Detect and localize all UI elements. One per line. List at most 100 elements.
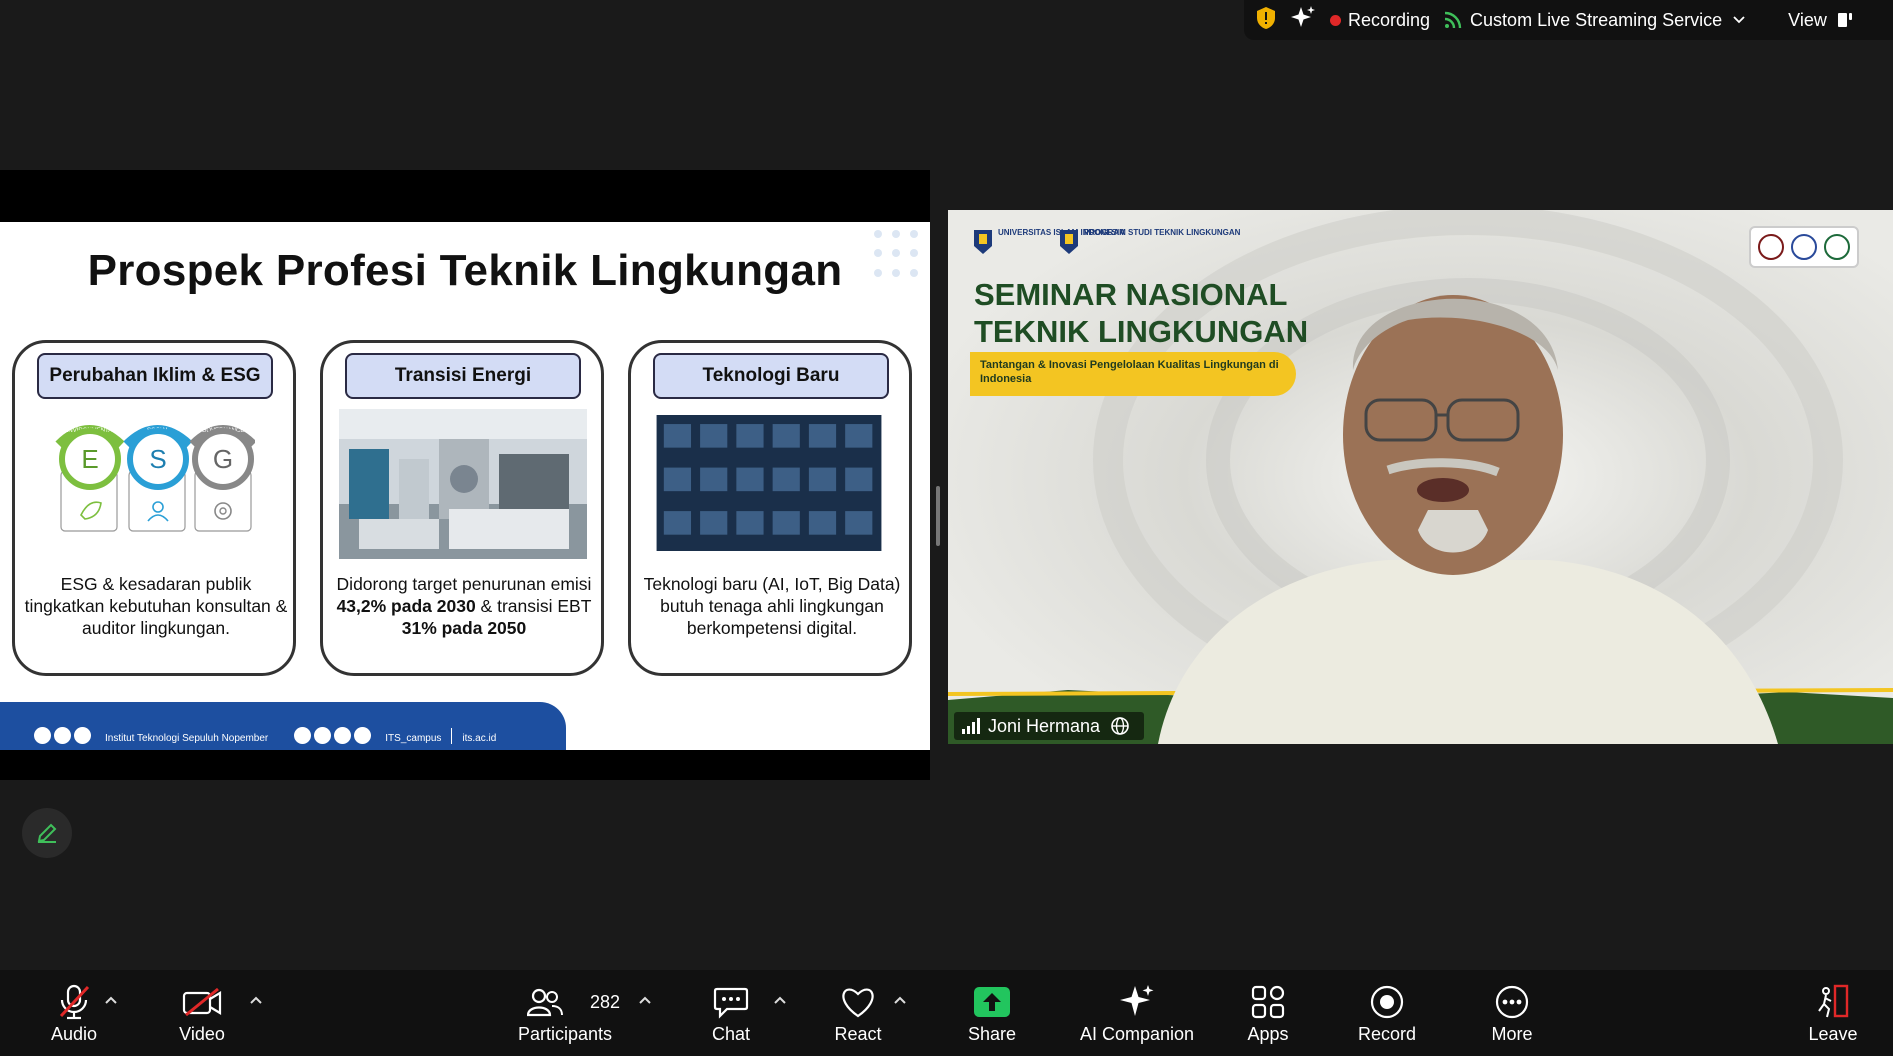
meeting-window: Recording Custom Live Streaming Service … [0, 0, 1893, 1056]
record-button[interactable]: Record [1352, 970, 1422, 1056]
react-label: React [834, 1023, 882, 1044]
participant-video-tile[interactable]: UNIVERSITAS ISLAM INDONESIA PROGRAM STUD… [948, 210, 1893, 744]
participants-count: 282 [590, 992, 621, 1012]
chat-label: Chat [711, 1023, 751, 1044]
technology-grid-image [656, 415, 882, 551]
partner-logos [1749, 226, 1859, 268]
slide-title: Prospek Profesi Teknik Lingkungan [87, 246, 843, 295]
card-heading: Transisi Energi [345, 353, 581, 399]
svg-text:S: S [149, 444, 166, 474]
footer-handle: ITS_campus [385, 733, 442, 744]
ai-sparkle-icon[interactable] [1290, 5, 1316, 36]
linkedin-icon [74, 727, 91, 744]
react-options-chevron-up-icon[interactable] [892, 992, 908, 1008]
annotate-button[interactable] [22, 808, 72, 858]
audio-button[interactable]: Audio [34, 970, 114, 1056]
x-icon [294, 727, 312, 744]
program-logo: PROGRAM STUDI TEKNIK LINGKUNGAN [1058, 228, 1240, 256]
line-icon [334, 727, 352, 744]
more-dots-icon [1495, 985, 1529, 1018]
apps-label: Apps [1247, 1023, 1289, 1044]
audio-label: Audio [50, 1023, 98, 1044]
svg-text:G: G [213, 444, 233, 474]
apps-button[interactable]: Apps [1240, 970, 1296, 1056]
apps-grid-icon [1251, 985, 1285, 1018]
recording-dot-icon [1330, 14, 1341, 26]
footer-institution: Institut Teknologi Sepuluh Nopember [105, 733, 269, 744]
video-button[interactable]: Video [162, 970, 242, 1056]
share-screen-icon [974, 986, 1010, 1017]
microphone-muted-icon [59, 984, 90, 1019]
heart-icon [842, 987, 874, 1017]
video-label: Video [179, 1023, 225, 1044]
chat-button[interactable]: Chat [700, 970, 762, 1056]
video-camera-off-icon [182, 987, 222, 1016]
view-button[interactable]: View [1788, 10, 1861, 31]
share-letterbox-bottom [0, 750, 930, 780]
meeting-toolbar: Audio Video Participants 282 Chat React … [0, 970, 1893, 1056]
shared-screen: Prospek Profesi Teknik Lingkungan Peruba… [0, 0, 930, 970]
chat-options-chevron-up-icon[interactable] [772, 992, 788, 1008]
share-label: Share [967, 1023, 1017, 1044]
seminar-title: SEMINAR NASIONAL TEKNIK LINGKUNGAN [974, 277, 1309, 349]
card-new-technology: Teknologi Baru Teknologi baru (AI, IoT, … [628, 340, 912, 676]
partner-logo-icon [1824, 234, 1850, 260]
layout-icon [1837, 13, 1852, 27]
participants-icon [527, 988, 563, 1016]
video-options-chevron-up-icon[interactable] [248, 992, 264, 1008]
live-stream-label: Custom Live Streaming Service [1470, 9, 1723, 30]
footer-divider [451, 728, 453, 744]
recording-label: Recording [1348, 9, 1431, 30]
record-icon [1370, 985, 1404, 1018]
chevron-down-icon [1733, 16, 1745, 24]
card-climate-esg: Perubahan Iklim & ESG ENVIRONMENTAL SOCI… [12, 340, 296, 676]
participants-options-chevron-up-icon[interactable] [637, 992, 653, 1008]
leave-door-icon [1818, 984, 1849, 1017]
meeting-status-bar: Recording Custom Live Streaming Service … [1244, 0, 1893, 40]
partner-logo-icon [1758, 234, 1784, 260]
instagram-icon [314, 727, 332, 744]
more-label: More [1491, 1023, 1533, 1044]
seminar-subtitle: Tantangan & Inovasi Pengelolaan Kualitas… [970, 352, 1296, 396]
ai-companion-button[interactable]: AI Companion [1076, 970, 1198, 1056]
record-label: Record [1357, 1023, 1417, 1044]
card-body: Teknologi baru (AI, IoT, Big Data) butuh… [643, 574, 901, 638]
live-stream-indicator[interactable]: Custom Live Streaming Service [1444, 10, 1754, 31]
panel-resize-handle[interactable] [936, 486, 940, 546]
share-button[interactable]: Share [962, 970, 1022, 1056]
card-energy-transition: Transisi Energi Didorong target penuruna… [320, 340, 604, 676]
presentation-slide: Prospek Profesi Teknik Lingkungan Peruba… [0, 222, 930, 750]
live-stream-icon [1444, 11, 1462, 29]
recording-indicator[interactable]: Recording [1330, 10, 1430, 31]
social-icons-group [34, 727, 91, 744]
social-icons-group-2 [294, 727, 372, 744]
react-button[interactable]: React [825, 970, 891, 1056]
more-button[interactable]: More [1482, 970, 1542, 1056]
security-shield-icon[interactable] [1256, 6, 1276, 35]
share-letterbox-top [0, 170, 930, 222]
card-heading: Teknologi Baru [653, 353, 889, 399]
decorative-dots [874, 230, 922, 282]
participants-button[interactable]: Participants [512, 970, 618, 1056]
pencil-icon [37, 823, 57, 843]
slide-footer: Institut Teknologi Sepuluh Nopember ITS_… [0, 702, 566, 750]
chat-bubble-icon [713, 987, 749, 1019]
svg-text:E: E [81, 444, 98, 474]
participants-label: Participants [517, 1023, 613, 1044]
audio-options-chevron-up-icon[interactable] [103, 992, 119, 1008]
facebook-icon [34, 727, 51, 744]
participant-name-tag: Joni Hermana [954, 712, 1145, 740]
footer-site: its.ac.id [462, 733, 497, 744]
card-body: ESG & kesadaran publik tingkatkan kebutu… [24, 574, 288, 638]
youtube-icon [54, 727, 71, 744]
tiktok-icon [354, 727, 372, 744]
globe-icon [1111, 717, 1129, 735]
ai-companion-label: AI Companion [1079, 1023, 1195, 1044]
view-label: View [1788, 9, 1827, 30]
card-body: Didorong target penurunan emisi 43,2% pa… [336, 574, 592, 638]
ai-companion-sparkle-icon [1120, 984, 1154, 1016]
esg-diagram: ENVIRONMENTAL SOCIAL GOVERNANCE E S G [55, 425, 255, 532]
leave-button[interactable]: Leave [1806, 970, 1860, 1056]
signal-strength-icon [962, 718, 980, 734]
leave-label: Leave [1808, 1023, 1858, 1044]
